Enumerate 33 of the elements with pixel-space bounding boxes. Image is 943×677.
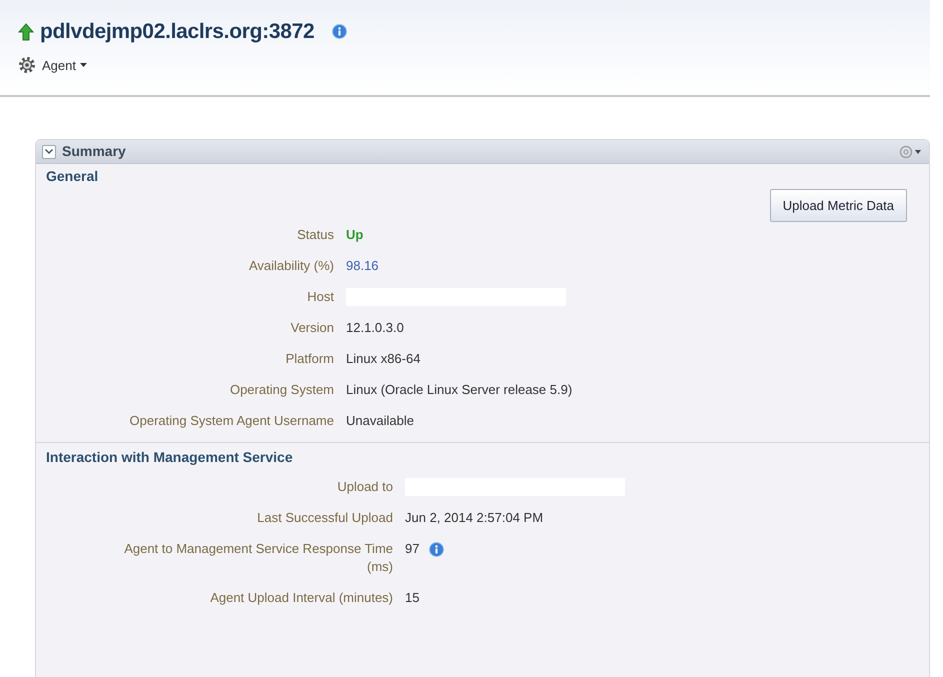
gear-icon[interactable] — [18, 56, 36, 74]
field-value: Linux (Oracle Linux Server release 5.9) — [346, 381, 572, 399]
caret-icon — [80, 63, 87, 68]
status-value: Up — [346, 226, 364, 244]
field-value: Jun 2, 2014 2:57:04 PM — [405, 509, 544, 527]
field-label: Host — [306, 288, 335, 306]
field-label: Operating System Agent Username — [128, 412, 335, 430]
upload-metric-data-button[interactable]: Upload Metric Data — [770, 189, 907, 222]
collapse-toggle[interactable] — [42, 144, 56, 158]
field-value: 15 — [405, 589, 420, 607]
field-label: Version — [290, 319, 335, 337]
info-icon[interactable] — [429, 542, 444, 556]
field-value: Unavailable — [346, 412, 414, 430]
section-heading: General — [45, 167, 100, 186]
field-label: Agent to Management Service Response Time (ms) — [123, 540, 394, 576]
field-label: Upload to — [336, 478, 394, 496]
chevron-icon — [45, 149, 53, 154]
settings-icon[interactable] — [899, 144, 921, 158]
field-label: Last Successful Upload — [256, 509, 394, 527]
field-value: Linux x86-64 — [346, 350, 420, 368]
info-icon[interactable] — [332, 24, 348, 40]
agent-menu[interactable]: Agent — [42, 56, 87, 75]
field-value: 12.1.0.3.0 — [346, 319, 404, 337]
page-title: pdlvdejmp02.laclrs.org:3872 — [40, 19, 314, 45]
section-heading: Interaction with Management Service — [45, 448, 294, 467]
field-label: Agent Upload Interval (minutes) — [209, 589, 394, 607]
field-label: Status — [296, 226, 335, 244]
field-label: Availability (%) — [248, 257, 335, 275]
field-label: Operating System — [228, 381, 335, 399]
panel-title: Summary — [62, 142, 126, 161]
field-value: 97 — [405, 540, 420, 558]
availability-link[interactable]: 98.16 — [346, 257, 379, 275]
field-label: Platform — [284, 350, 335, 368]
